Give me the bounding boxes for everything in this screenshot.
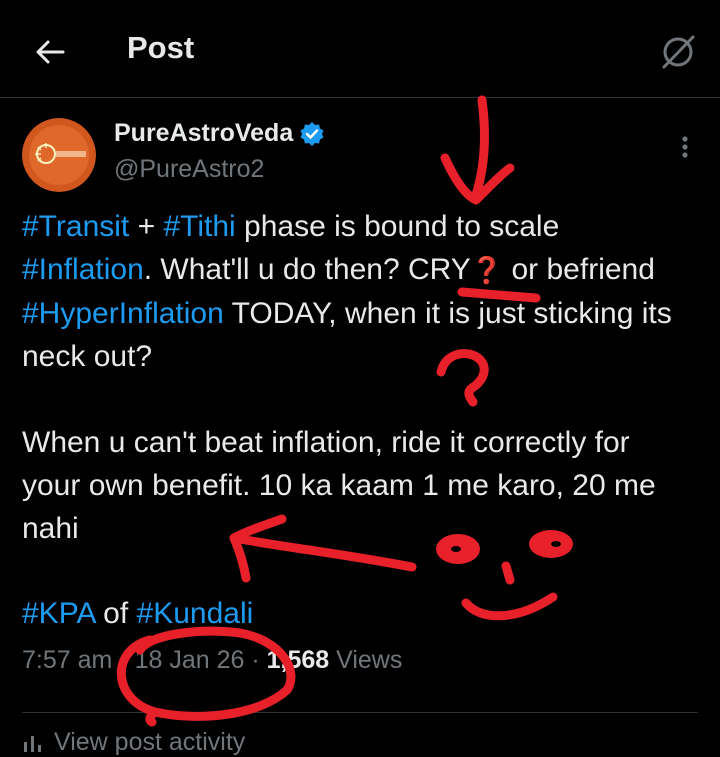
hashtag-tithi[interactable]: #Tithi xyxy=(163,210,235,243)
post-date[interactable]: 18 Jan 26 xyxy=(135,646,245,674)
views-label: Views xyxy=(329,646,403,674)
annotation-date-circle xyxy=(116,626,296,727)
meta-separator: · xyxy=(244,646,267,674)
hashtag-hyperinflation[interactable]: #HyperInflation xyxy=(22,297,224,330)
post-paragraph-2: When u can't beat inflation, ride it cor… xyxy=(22,426,656,545)
avatar[interactable] xyxy=(22,118,96,192)
post-meta: 7:57 am · 18 Jan 26 · 1,568 Views xyxy=(22,646,402,675)
meta-separator: · xyxy=(112,646,135,674)
hashtag-kpa[interactable]: #KPA xyxy=(22,597,95,630)
grok-button[interactable] xyxy=(654,28,702,76)
post-text-segment: or befriend xyxy=(503,253,655,286)
post-tags-line: #KPA of #Kundali xyxy=(22,592,253,635)
post-time[interactable]: 7:57 am xyxy=(22,646,112,674)
back-button[interactable] xyxy=(22,24,78,80)
annotation-arrow-down xyxy=(440,95,515,205)
back-arrow-icon xyxy=(36,40,65,64)
view-post-activity-label: View post activity xyxy=(54,728,246,756)
hashtag-transit[interactable]: #Transit xyxy=(22,210,129,243)
post-text-segment: . What'll u do then? CRY xyxy=(143,253,471,286)
more-icon xyxy=(682,136,688,158)
more-options-button[interactable] xyxy=(670,132,700,162)
post-text-segment: phase is bound to scale xyxy=(235,210,560,243)
annotation-smile xyxy=(461,592,558,621)
top-bar: Post xyxy=(0,0,720,98)
avatar-logo-icon xyxy=(22,118,96,192)
views-count: 1,568 xyxy=(266,646,330,674)
of-text: of xyxy=(94,597,137,630)
question-emoji-icon: ❓ xyxy=(470,255,504,285)
annotation-nose xyxy=(501,561,515,585)
verified-badge-icon xyxy=(300,121,324,146)
hashtag-inflation[interactable]: #Inflation xyxy=(22,253,144,286)
view-post-activity-button[interactable]: View post activity xyxy=(22,728,245,757)
grok-icon xyxy=(662,35,695,69)
page-title: Post xyxy=(127,30,195,65)
display-name[interactable]: PureAstroVeda xyxy=(114,119,293,148)
bar-chart-icon xyxy=(24,735,41,752)
plus-text: + xyxy=(129,210,164,243)
post-text: #Transit + #Tithi phase is bound to scal… xyxy=(22,205,692,550)
author-name-row[interactable]: PureAstroVeda xyxy=(114,119,325,148)
divider xyxy=(22,712,698,713)
author-handle[interactable]: @PureAstro2 xyxy=(114,155,264,184)
hashtag-kundali[interactable]: #Kundali xyxy=(137,597,254,630)
